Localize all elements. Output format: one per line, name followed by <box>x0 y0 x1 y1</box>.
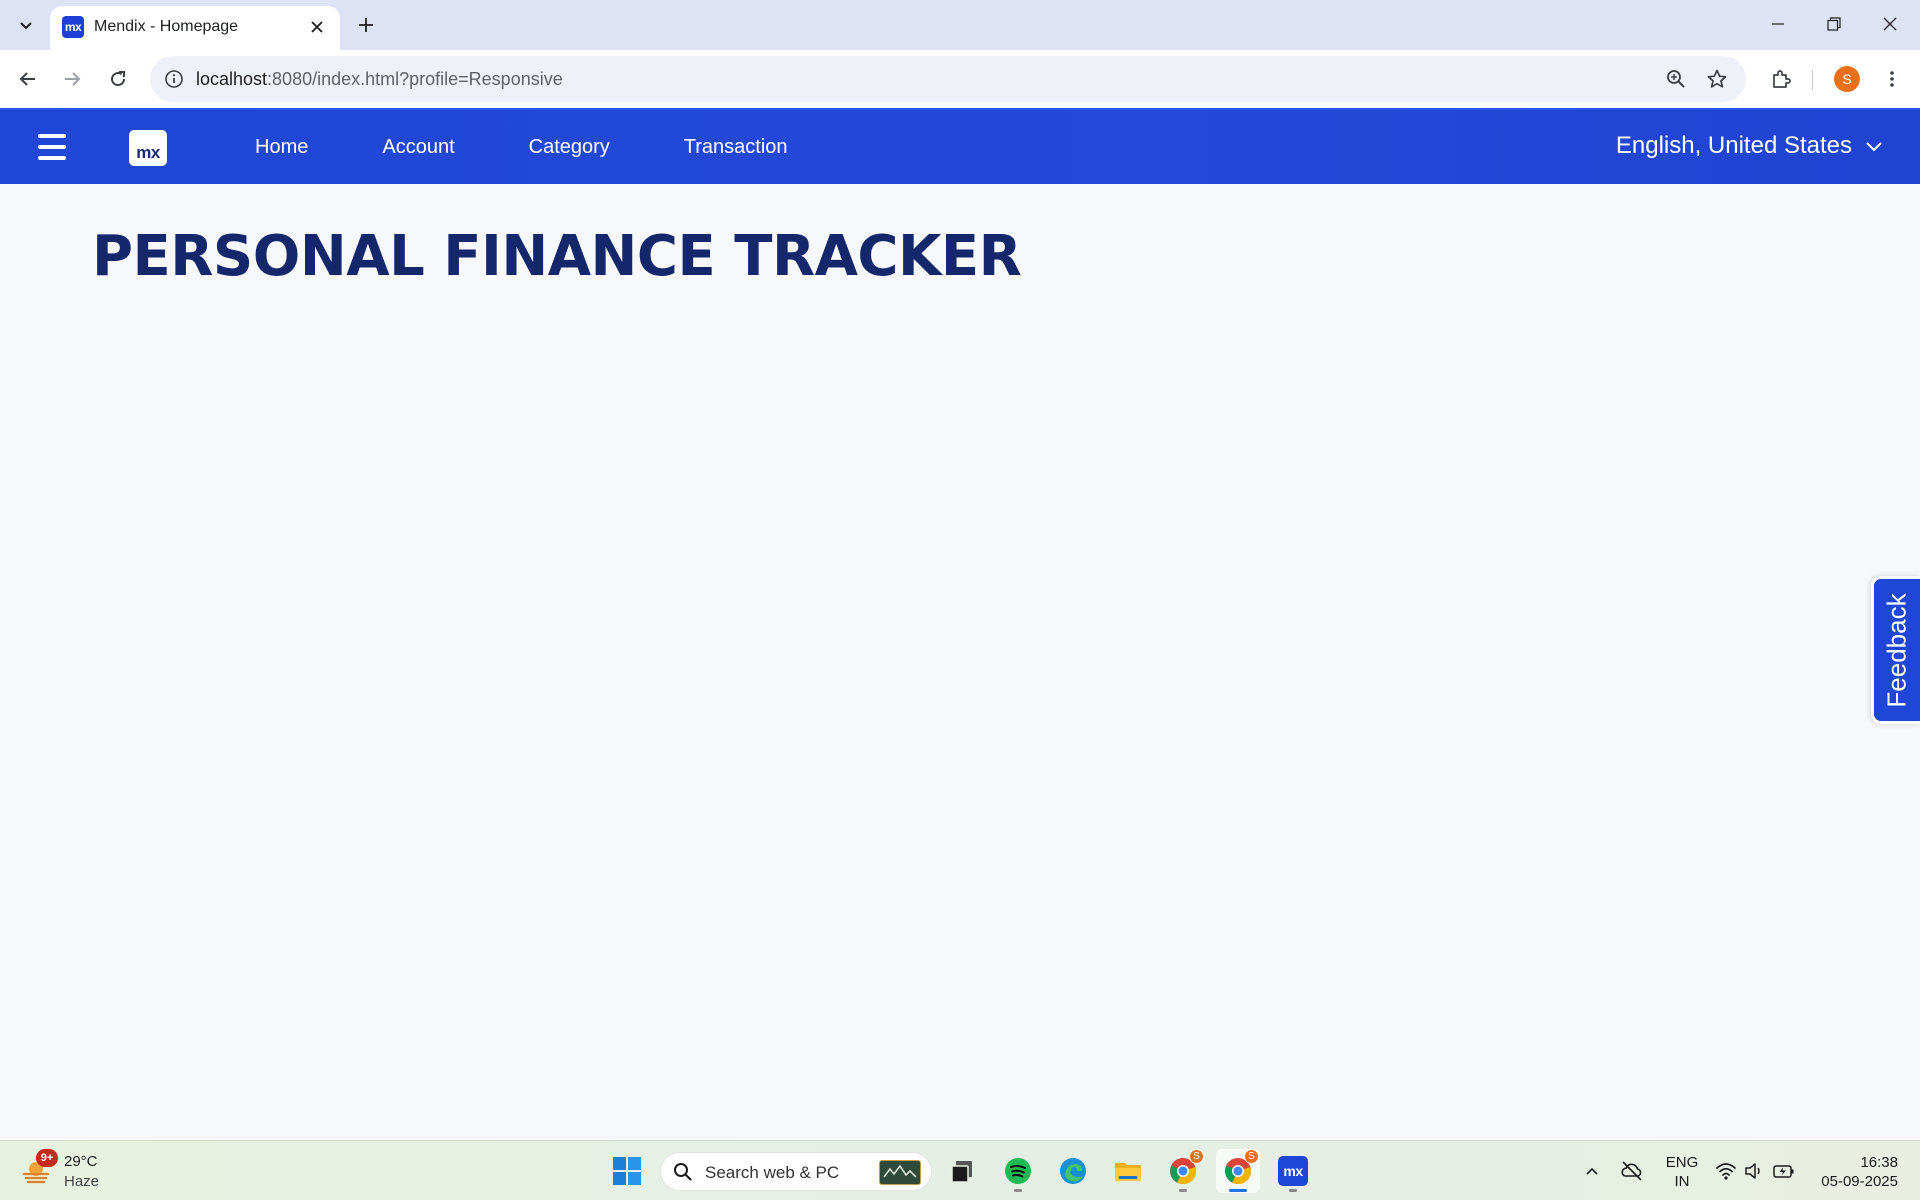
mendix-logo[interactable]: mx <box>129 130 167 166</box>
feedback-button[interactable]: Feedback <box>1871 576 1920 724</box>
notification-badge: 9+ <box>36 1149 58 1167</box>
browser-tab-strip: mx Mendix - Homepage <box>0 0 1920 50</box>
site-info-icon[interactable] <box>162 67 186 91</box>
arrow-left-icon <box>19 72 35 86</box>
taskbar-chrome-2[interactable]: S <box>1216 1149 1260 1193</box>
search-highlight-image <box>879 1160 921 1185</box>
close-icon <box>1883 17 1897 31</box>
search-icon <box>674 1163 692 1181</box>
taskbar-task-view[interactable] <box>940 1149 984 1193</box>
taskbar-spotify[interactable] <box>996 1149 1040 1193</box>
minimize-button[interactable] <box>1750 0 1806 48</box>
running-indicator <box>1289 1189 1297 1192</box>
windows-taskbar: 9+ 29°C Haze Search web & PC S S mx ENG … <box>0 1140 1920 1200</box>
app-navbar: mx Home Account Category Transaction Eng… <box>0 108 1920 184</box>
chevron-up-icon <box>1586 1167 1598 1175</box>
restore-button[interactable] <box>1806 0 1862 48</box>
weather-widget[interactable]: 9+ 29°C Haze <box>22 1149 112 1193</box>
nav-home[interactable]: Home <box>255 136 308 159</box>
url-host: localhost <box>196 69 268 89</box>
back-button[interactable] <box>10 61 46 97</box>
clock-date: 05-09-2025 <box>1821 1173 1898 1190</box>
language-code: ENG <box>1665 1154 1699 1171</box>
forward-button[interactable] <box>54 61 90 97</box>
browser-toolbar: localhost:8080/index.html?profile=Respon… <box>0 50 1920 108</box>
taskbar-chrome-1[interactable]: S <box>1161 1149 1205 1193</box>
windows-logo-icon <box>613 1157 641 1185</box>
main-nav: Home Account Category Transaction <box>255 110 862 184</box>
zoom-icon[interactable] <box>1662 65 1690 93</box>
input-language-indicator[interactable]: ENG IN <box>1662 1153 1702 1191</box>
task-view-icon <box>951 1161 972 1183</box>
start-button[interactable] <box>605 1149 649 1193</box>
restore-icon <box>1827 17 1841 31</box>
reload-icon <box>111 71 126 87</box>
taskbar-file-explorer[interactable] <box>1106 1149 1150 1193</box>
tab-search-button[interactable] <box>10 9 42 41</box>
search-placeholder: Search web & PC <box>705 1163 840 1182</box>
arrow-right-icon <box>65 72 81 86</box>
onedrive-offline-icon[interactable] <box>1620 1159 1644 1183</box>
language-label: English, United States <box>1615 132 1852 159</box>
page-title: PERSONAL FINANCE TRACKER <box>92 224 1022 289</box>
tab-close-button[interactable] <box>306 16 328 38</box>
chevron-down-icon <box>1864 136 1884 156</box>
nav-transaction[interactable]: Transaction <box>684 136 788 159</box>
running-indicator <box>1014 1189 1022 1192</box>
region-code: IN <box>1674 1173 1690 1190</box>
profile-badge: S <box>1244 1149 1259 1164</box>
taskbar-edge[interactable] <box>1051 1149 1095 1193</box>
url-path: :8080/index.html?profile=Responsive <box>267 69 563 89</box>
bookmark-star-icon[interactable] <box>1703 65 1731 93</box>
system-clock[interactable]: 16:38 05-09-2025 <box>1812 1153 1898 1191</box>
running-indicator <box>1229 1189 1247 1192</box>
minimize-icon <box>1772 23 1784 25</box>
wifi-icon[interactable] <box>1714 1159 1738 1183</box>
plus-icon <box>359 18 373 32</box>
running-indicator <box>1179 1189 1187 1192</box>
profile-avatar[interactable]: S <box>1834 66 1860 92</box>
spotify-icon <box>1005 1158 1031 1184</box>
weather-condition: Haze <box>64 1173 100 1190</box>
mendix-app-icon: mx <box>1278 1156 1308 1186</box>
browser-tab-active[interactable]: mx Mendix - Homepage <box>50 6 340 50</box>
clock-time: 16:38 <box>1860 1154 1898 1171</box>
show-hidden-icons-button[interactable] <box>1580 1159 1604 1183</box>
nav-category[interactable]: Category <box>529 136 610 159</box>
mendix-favicon-icon: mx <box>62 16 84 38</box>
taskbar-search[interactable]: Search web & PC <box>660 1152 932 1191</box>
extensions-puzzle-icon[interactable] <box>1766 63 1798 95</box>
language-selector[interactable]: English, United States <box>1616 132 1884 160</box>
feedback-label: Feedback <box>1881 592 1912 708</box>
close-icon <box>311 21 323 33</box>
tab-title: Mendix - Homepage <box>94 18 239 35</box>
folder-icon <box>1115 1163 1141 1181</box>
reload-button[interactable] <box>100 61 136 97</box>
edge-icon <box>1060 1158 1086 1184</box>
main-content: PERSONAL FINANCE TRACKER Feedback <box>0 184 1920 1140</box>
new-tab-button[interactable] <box>350 9 382 41</box>
taskbar-mendix[interactable]: mx <box>1271 1149 1315 1193</box>
address-bar[interactable]: localhost:8080/index.html?profile=Respon… <box>150 56 1746 102</box>
hamburger-menu-icon[interactable] <box>38 134 66 160</box>
battery-charging-icon[interactable] <box>1772 1159 1796 1183</box>
url-text[interactable]: localhost:8080/index.html?profile=Respon… <box>196 69 563 90</box>
toolbar-divider <box>1812 70 1813 90</box>
kebab-menu-icon[interactable] <box>1876 63 1908 95</box>
volume-icon[interactable] <box>1742 1159 1766 1183</box>
weather-temperature: 29°C <box>64 1153 98 1170</box>
profile-badge: S <box>1189 1149 1204 1164</box>
nav-account[interactable]: Account <box>382 136 454 159</box>
chevron-down-icon <box>20 22 32 30</box>
close-window-button[interactable] <box>1862 0 1918 48</box>
